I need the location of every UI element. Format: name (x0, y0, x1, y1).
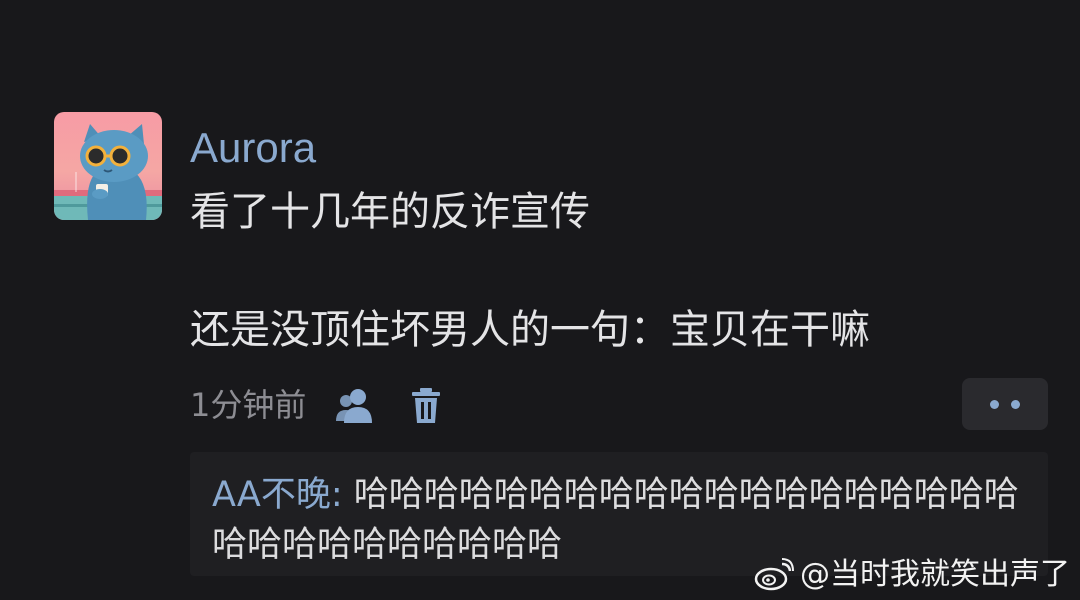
comment-text-line-1: 看了十几年的反诈宣传 (190, 189, 590, 235)
reply-separator: : (330, 475, 354, 515)
reply-text: AA不晚: 哈哈哈哈哈哈哈哈哈哈哈哈哈哈哈哈哈哈哈哈哈哈哈哈哈哈哈哈哈 (212, 470, 1042, 570)
user-icon[interactable] (332, 383, 376, 427)
more-options-button[interactable] (962, 378, 1048, 430)
comment-meta: 1分钟前 (190, 380, 448, 430)
comment-screen: Aurora 看了十几年的反诈宣传 还是没顶住坏男人的一句：宝贝在干嘛 1分钟前 (0, 0, 1080, 600)
avatar[interactable] (54, 112, 162, 220)
comment-timestamp: 1分钟前 (190, 386, 307, 424)
more-icon-dot (990, 399, 999, 409)
comment-text-line-2: 还是没顶住坏男人的一句：宝贝在干嘛 (190, 307, 870, 353)
comment-username[interactable]: Aurora (190, 122, 316, 174)
cat-avatar-image (54, 112, 162, 220)
weibo-logo-icon (754, 558, 794, 591)
reply-author[interactable]: AA不晚 (212, 475, 331, 515)
trash-icon[interactable] (404, 383, 448, 427)
watermark-text: @当时我就笑出声了 (800, 557, 1070, 592)
more-icon-dot (1011, 399, 1020, 409)
weibo-watermark: @当时我就笑出声了 (754, 556, 1070, 594)
